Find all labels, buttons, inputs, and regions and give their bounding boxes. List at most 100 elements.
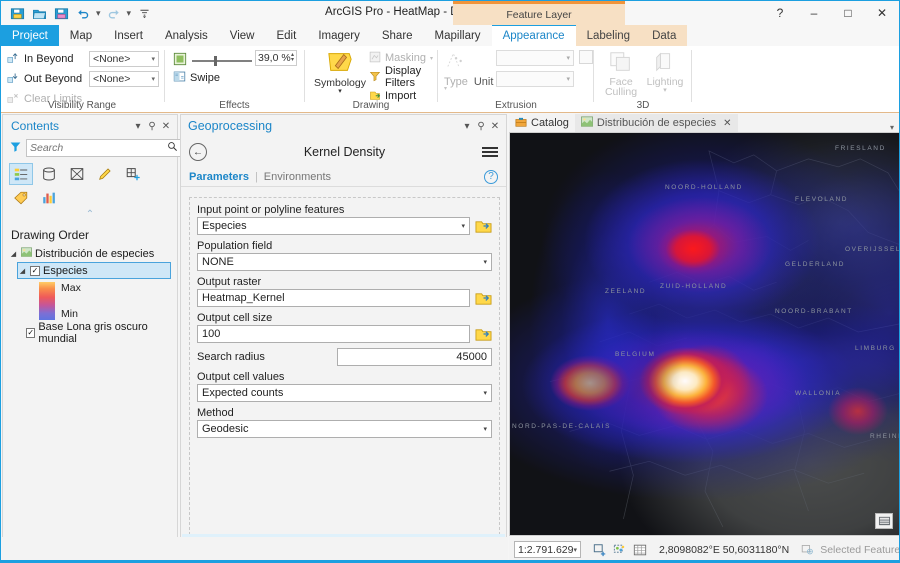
tool-help-icon[interactable]: ? <box>484 169 498 184</box>
geoprocessing-tabs: Parameters | Environments ? <box>181 167 506 187</box>
pane-menu-icon[interactable]: ▾ <box>131 121 145 132</box>
face-culling-button[interactable]: Face Culling <box>599 50 643 97</box>
list-by-drawing-order-icon[interactable] <box>9 163 33 185</box>
transparency-slider[interactable] <box>192 55 252 66</box>
chevron-down-icon[interactable]: ▾ <box>338 88 342 95</box>
population-field-combo[interactable]: NONE ▾ <box>197 253 492 271</box>
back-button[interactable]: ← <box>189 143 207 161</box>
color-ramp-labels: Max Min <box>55 282 81 320</box>
list-by-data-source-icon[interactable] <box>37 163 61 185</box>
pane-close-icon[interactable]: ✕ <box>488 121 502 132</box>
redo-dropdown-arrow[interactable]: ▾ <box>126 8 133 19</box>
select-features-icon[interactable] <box>593 542 607 557</box>
clear-selection-icon[interactable] <box>613 542 627 557</box>
search-input[interactable] <box>30 142 167 154</box>
tab-share[interactable]: Share <box>371 25 424 46</box>
tab-mapillary[interactable]: Mapillary <box>424 25 492 46</box>
tab-environments[interactable]: Environments <box>264 171 331 183</box>
save-as-icon[interactable] <box>51 3 71 23</box>
toc-basemap-row[interactable]: ✓ Base Lona gris oscuro mundial <box>26 321 177 345</box>
map-status-bar: 1:2.791.629 ▾ 2,8098082°E 50,6031180°N S… <box>509 537 899 562</box>
view-tabs-overflow-caret-icon[interactable]: ▾ <box>890 123 899 132</box>
map-scale-combo[interactable]: 1:2.791.629 ▾ <box>514 541 581 558</box>
output-cell-values-combo[interactable]: Expected counts ▾ <box>197 384 492 402</box>
chevron-down-icon[interactable]: ▾ <box>663 87 667 94</box>
basemap-visibility-checkbox[interactable]: ✓ <box>26 328 36 338</box>
expand-collapse-icon[interactable]: ◢ <box>9 250 18 258</box>
browse-cell-size-icon[interactable] <box>474 325 492 343</box>
toc-map-row[interactable]: ◢ Distribución de especies <box>9 246 177 262</box>
attribute-table-icon[interactable] <box>633 542 647 557</box>
list-by-selection-icon[interactable] <box>65 163 89 185</box>
pane-pin-icon[interactable]: ⚲ <box>474 121 488 132</box>
layer-visibility-checkbox[interactable]: ✓ <box>30 265 40 276</box>
toc-layer-especies-row[interactable]: ◢ ✓ Especies <box>17 262 171 279</box>
symbology-button[interactable]: Symbology ▾ <box>311 49 369 95</box>
open-project-icon[interactable] <box>29 3 49 23</box>
in-beyond-value: <None> <box>93 53 131 65</box>
in-beyond-combo[interactable]: <None> ▾ <box>89 51 159 67</box>
pane-close-icon[interactable]: ✕ <box>159 121 173 132</box>
extrusion-unit-label: Unit <box>473 76 494 88</box>
list-by-snapping-icon[interactable] <box>121 163 145 185</box>
masking-row[interactable]: Masking ▾ <box>369 50 435 66</box>
filter-icon[interactable] <box>9 140 22 156</box>
tab-project[interactable]: Project <box>1 25 59 46</box>
tab-edit[interactable]: Edit <box>265 25 307 46</box>
close-button[interactable]: ✕ <box>865 1 899 25</box>
help-button[interactable]: ? <box>763 1 797 25</box>
tab-data[interactable]: Data <box>641 25 688 46</box>
tab-parameters[interactable]: Parameters <box>189 171 249 183</box>
visibility-range-group-label: Visibility Range <box>47 100 117 111</box>
search-radius-input[interactable]: 45000 <box>337 348 492 366</box>
output-raster-input[interactable]: Heatmap_Kernel <box>197 289 470 307</box>
map-view[interactable]: FRIESLAND NOORD-HOLLAND FLEVOLAND OVERIJ… <box>509 132 899 536</box>
pane-menu-icon[interactable]: ▾ <box>460 121 474 132</box>
browse-output-raster-icon[interactable] <box>474 289 492 307</box>
undo-icon[interactable] <box>73 3 93 23</box>
view-tab-catalog[interactable]: Catalog <box>509 114 575 132</box>
extrusion-expression-builder-button[interactable] <box>579 50 593 64</box>
method-combo[interactable]: Geodesic ▾ <box>197 420 492 438</box>
save-project-icon[interactable] <box>7 3 27 23</box>
swipe-button[interactable]: Swipe <box>173 70 220 86</box>
color-ramp-swatch <box>39 282 55 320</box>
collapse-tools-caret-icon[interactable]: ⌃ <box>9 210 171 222</box>
close-icon[interactable]: ✕ <box>723 118 731 129</box>
tab-labeling[interactable]: Labeling <box>575 25 642 46</box>
output-cell-size-input[interactable]: 100 <box>197 325 470 343</box>
undo-dropdown-arrow[interactable]: ▾ <box>95 8 102 19</box>
extrusion-type-icon <box>445 50 469 75</box>
extrusion-unit-combo[interactable]: ▾ <box>496 71 574 87</box>
extrusion-expression-combo[interactable]: ▾ <box>496 50 574 66</box>
tab-view[interactable]: View <box>219 25 266 46</box>
search-icon[interactable] <box>167 141 178 155</box>
minimize-button[interactable]: – <box>797 1 831 25</box>
tab-imagery[interactable]: Imagery <box>307 25 371 46</box>
list-by-charts-icon[interactable] <box>37 187 61 209</box>
maximize-button[interactable]: □ <box>831 1 865 25</box>
tab-map[interactable]: Map <box>59 25 103 46</box>
tab-insert[interactable]: Insert <box>103 25 154 46</box>
view-tab-map[interactable]: Distribución de especies ✕ <box>574 114 738 132</box>
tool-menu-icon[interactable] <box>482 147 498 157</box>
redo-icon[interactable] <box>104 3 124 23</box>
contents-search-box[interactable]: ▾ <box>26 139 188 157</box>
input-features-combo[interactable]: Especies ▾ <box>197 217 470 235</box>
lighting-button[interactable]: Lighting ▾ <box>643 50 687 94</box>
expand-collapse-icon[interactable]: ◢ <box>18 267 27 275</box>
tab-analysis[interactable]: Analysis <box>154 25 219 46</box>
customize-qat-icon[interactable] <box>134 3 154 23</box>
display-filters-row[interactable]: Display Filters <box>369 65 435 89</box>
out-beyond-combo[interactable]: <None> ▾ <box>89 71 159 87</box>
list-by-labeling-icon[interactable] <box>9 187 33 209</box>
transparency-value-spinner[interactable]: 39,0 % ▴ ▾ <box>255 50 297 66</box>
pane-pin-icon[interactable]: ⚲ <box>145 121 159 132</box>
output-raster-value: Heatmap_Kernel <box>202 292 285 304</box>
save-map-badge-icon[interactable] <box>875 513 893 529</box>
tab-appearance[interactable]: Appearance <box>491 25 576 46</box>
catalog-icon <box>515 116 527 131</box>
contents-tool-row-2 <box>9 187 171 209</box>
list-by-editing-icon[interactable] <box>93 163 117 185</box>
browse-input-features-icon[interactable] <box>474 217 492 235</box>
